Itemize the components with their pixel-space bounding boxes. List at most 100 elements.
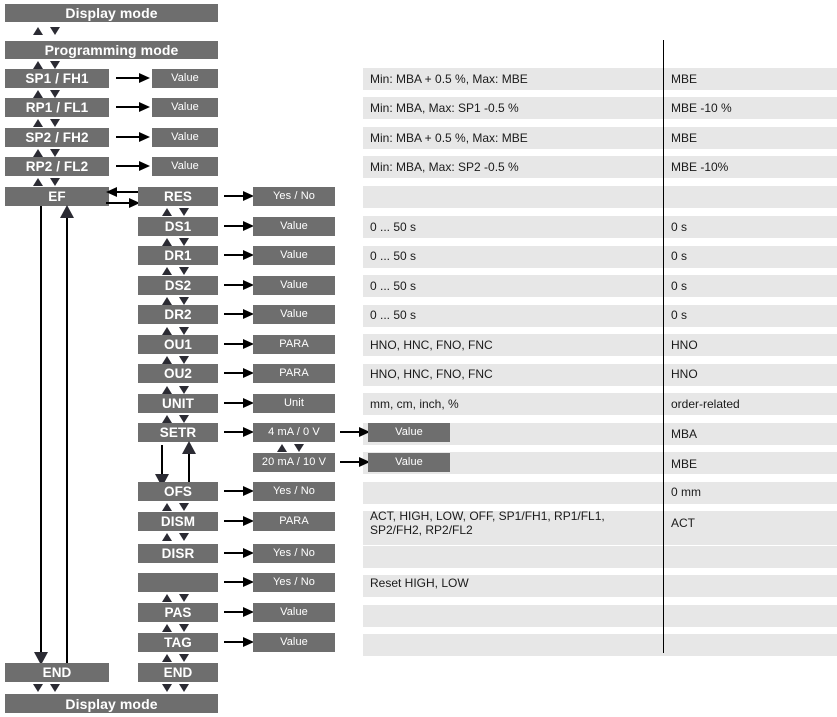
value-box-dr2[interactable]: Value bbox=[253, 305, 335, 324]
menu-item-dr1[interactable]: DR1 bbox=[138, 246, 218, 265]
default-ou2: HNO bbox=[671, 367, 698, 381]
value-box-sp1-fh1[interactable]: Value bbox=[152, 69, 218, 88]
default-ds1: 0 s bbox=[671, 220, 688, 234]
menu-item-ds1[interactable]: DS1 bbox=[138, 217, 218, 236]
value-box-ds1[interactable]: Value bbox=[253, 217, 335, 236]
nav-arrows-updown bbox=[33, 177, 65, 187]
menu-item-disr[interactable]: DISR bbox=[138, 544, 218, 563]
connector-arrow bbox=[224, 250, 254, 261]
arrow-head-up-icon bbox=[60, 205, 74, 218]
arrow-up-icon bbox=[33, 27, 43, 35]
arrow-down-icon bbox=[179, 327, 189, 335]
value-box-sp2-fh2[interactable]: Value bbox=[152, 128, 218, 147]
value-box-pas[interactable]: Value bbox=[253, 603, 335, 622]
menu-item-ofs[interactable]: OFS bbox=[138, 482, 218, 501]
description-sp1-fh1: Min: MBA + 0.5 %, Max: MBE bbox=[370, 72, 528, 86]
value-box-dism[interactable]: PARA bbox=[253, 512, 335, 531]
row-band bbox=[363, 246, 837, 268]
menu-item-sp1-fh1[interactable]: SP1 / FH1 bbox=[5, 69, 109, 88]
connector-arrow-left bbox=[106, 187, 140, 198]
row-band bbox=[363, 482, 837, 504]
nav-arrows-updown bbox=[277, 443, 309, 453]
menu-item-ef[interactable]: EF bbox=[5, 187, 109, 206]
arrow-down-icon bbox=[179, 356, 189, 364]
arrow-up-icon bbox=[162, 356, 172, 364]
connector-arrow bbox=[224, 607, 254, 618]
menu-item-ou2[interactable]: OU2 bbox=[138, 364, 218, 383]
menu-item-pas[interactable]: PAS bbox=[138, 603, 218, 622]
default-rp2-fl2: MBE -10% bbox=[671, 160, 729, 174]
arrow-down-icon bbox=[179, 267, 189, 275]
arrow-up-icon bbox=[162, 594, 172, 602]
value-box-rp1-fl1[interactable]: Value bbox=[152, 98, 218, 117]
row-band bbox=[363, 305, 837, 327]
arrow-down-icon bbox=[179, 386, 189, 394]
value-box-setr-4ma[interactable]: 4 mA / 0 V bbox=[253, 423, 335, 442]
default-ds2: 0 s bbox=[671, 279, 688, 293]
arrow-down-icon bbox=[179, 238, 189, 246]
value-box-reset[interactable]: Yes / No bbox=[253, 573, 335, 592]
menu-item-ou1[interactable]: OU1 bbox=[138, 335, 218, 354]
default-setr-4ma: MBA bbox=[671, 427, 698, 441]
nav-arrows-updown bbox=[33, 118, 65, 128]
row-band bbox=[363, 275, 837, 297]
connector-arrow bbox=[224, 339, 254, 350]
description-rp2-fl2: Min: MBA, Max: SP2 -0.5 % bbox=[370, 160, 519, 174]
arrow-up-icon bbox=[162, 238, 172, 246]
menu-item-sp2-fh2[interactable]: SP2 / FH2 bbox=[5, 128, 109, 147]
value-box-ou1[interactable]: PARA bbox=[253, 335, 335, 354]
description-sp2-fh2: Min: MBA + 0.5 %, Max: MBE bbox=[370, 131, 528, 145]
value-box-tag[interactable]: Value bbox=[253, 633, 335, 652]
connector-arrow bbox=[224, 398, 254, 409]
default-dism: ACT bbox=[671, 516, 695, 530]
menu-item-rp2-fl2[interactable]: RP2 / FL2 bbox=[5, 157, 109, 176]
value-box-disr[interactable]: Yes / No bbox=[253, 544, 335, 563]
connector-arrow bbox=[224, 486, 254, 497]
menu-item-dism[interactable]: DISM bbox=[138, 512, 218, 531]
arrow-down-icon bbox=[162, 684, 172, 692]
arrow-up-icon bbox=[162, 297, 172, 305]
value-box-ofs[interactable]: Yes / No bbox=[253, 482, 335, 501]
menu-item-end-left[interactable]: END bbox=[5, 663, 109, 682]
default-dr2: 0 s bbox=[671, 308, 688, 322]
menu-item-dr2[interactable]: DR2 bbox=[138, 305, 218, 324]
nav-arrows-updown bbox=[162, 532, 194, 542]
arrow-up-icon bbox=[33, 178, 43, 186]
default-dr1: 0 s bbox=[671, 249, 688, 263]
value-box-setr-20ma[interactable]: 20 mA / 10 V bbox=[253, 453, 335, 472]
arrow-up-icon bbox=[33, 149, 43, 157]
value-box-rp2-fl2[interactable]: Value bbox=[152, 157, 218, 176]
menu-item-setr[interactable]: SETR bbox=[138, 423, 218, 442]
menu-item-end-right[interactable]: END bbox=[138, 663, 218, 682]
value-box-unit[interactable]: Unit bbox=[253, 394, 335, 413]
connector-arrow bbox=[340, 457, 370, 468]
value-box-res[interactable]: Yes / No bbox=[253, 187, 335, 206]
connector-arrow bbox=[224, 191, 254, 202]
value-box-ds2[interactable]: Value bbox=[253, 276, 335, 295]
menu-item-blank-reset[interactable] bbox=[138, 573, 218, 592]
menu-item-rp1-fl1[interactable]: RP1 / FL1 bbox=[5, 98, 109, 117]
value-box-ou2[interactable]: PARA bbox=[253, 364, 335, 383]
default-unit: order-related bbox=[671, 397, 740, 411]
arrow-head-up-icon bbox=[182, 441, 196, 454]
connector-arrow bbox=[340, 427, 370, 438]
menu-item-unit[interactable]: UNIT bbox=[138, 394, 218, 413]
menu-item-res[interactable]: RES bbox=[138, 187, 218, 206]
arrow-down-icon bbox=[179, 654, 189, 662]
value-box-dr1[interactable]: Value bbox=[253, 246, 335, 265]
arrow-up-icon bbox=[33, 61, 43, 69]
value-box-setr-20ma-value[interactable]: Value bbox=[368, 453, 450, 472]
column-divider bbox=[663, 40, 664, 653]
menu-item-tag[interactable]: TAG bbox=[138, 633, 218, 652]
menu-item-ds2[interactable]: DS2 bbox=[138, 276, 218, 295]
nav-arrows-updown bbox=[162, 593, 194, 603]
description-ou2: HNO, HNC, FNO, FNC bbox=[370, 367, 493, 381]
arrow-up-icon bbox=[162, 386, 172, 394]
connector-arrow-right bbox=[106, 198, 140, 209]
nav-arrows-updown bbox=[162, 266, 194, 276]
value-box-setr-4ma-value[interactable]: Value bbox=[368, 423, 450, 442]
connector-arrow bbox=[116, 161, 150, 172]
default-ou1: HNO bbox=[671, 338, 698, 352]
nav-arrows-down-pair bbox=[162, 683, 194, 693]
description-dism: ACT, HIGH, LOW, OFF, SP1/FH1, RP1/FL1, S… bbox=[370, 509, 605, 537]
